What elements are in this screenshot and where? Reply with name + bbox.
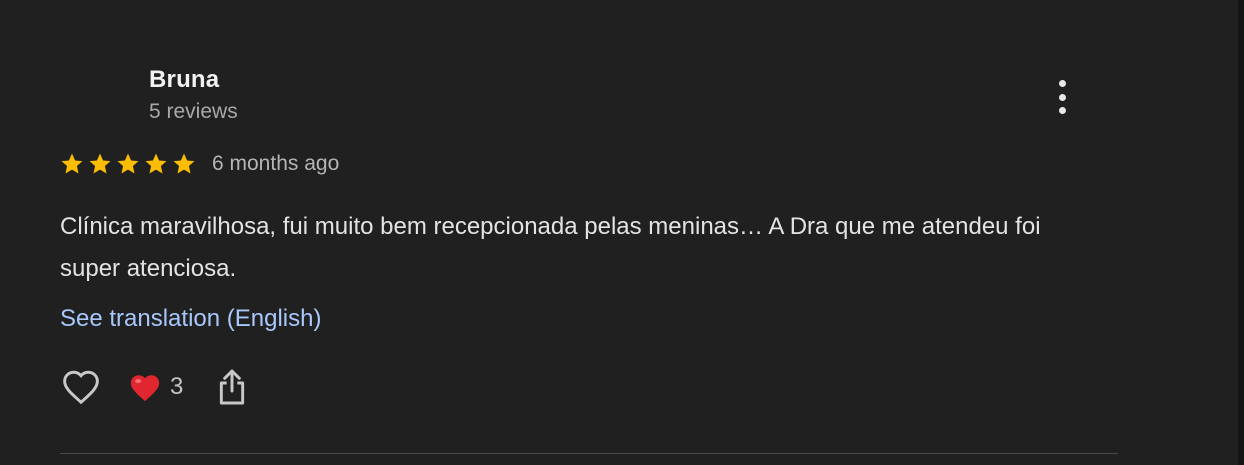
review-text: Clínica maravilhosa, fui muito bem recep…	[60, 213, 1041, 282]
author-name[interactable]: Bruna	[149, 66, 219, 94]
rating-row: 6 months ago	[60, 152, 339, 176]
share-icon	[220, 369, 245, 405]
more-options-button[interactable]	[1046, 78, 1078, 116]
reaction-count: 3	[170, 373, 184, 400]
author-review-count[interactable]: 5 reviews	[149, 100, 238, 124]
divider	[60, 453, 1118, 454]
review-actions: 3	[60, 366, 253, 408]
more-vert-icon-dot	[1058, 93, 1066, 101]
see-translation-link[interactable]: See translation (English)	[60, 305, 321, 333]
more-vert-icon-dot	[1058, 107, 1066, 114]
star-icon	[145, 153, 167, 174]
like-button[interactable]	[60, 366, 102, 408]
star-rating	[60, 152, 196, 176]
review-date: 6 months ago	[212, 152, 340, 175]
star-icon	[89, 153, 111, 174]
heart-outline-icon	[63, 370, 99, 405]
star-icon	[117, 153, 139, 174]
share-button[interactable]	[211, 366, 253, 408]
review-card: Bruna 5 reviews 6 months ago Clínica mar…	[0, 0, 1244, 465]
avatar[interactable]	[60, 62, 132, 134]
star-icon	[173, 153, 195, 174]
reaction-button[interactable]: 3	[128, 371, 183, 403]
edge-bar	[1238, 0, 1244, 465]
more-vert-icon	[1058, 80, 1066, 87]
red-heart-icon	[130, 375, 160, 402]
star-icon	[61, 153, 83, 174]
